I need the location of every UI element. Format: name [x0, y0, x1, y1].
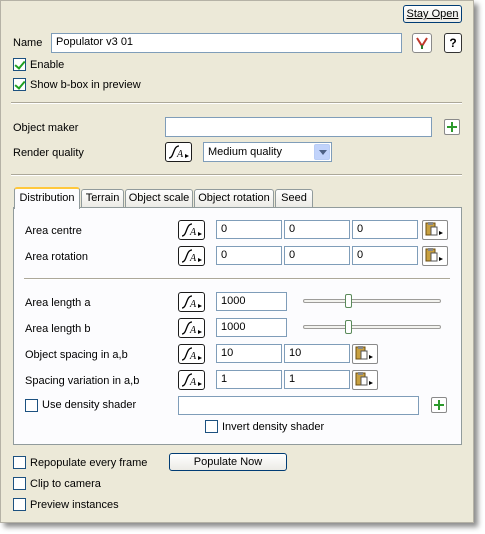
populate-now-label: Populate Now [193, 456, 263, 468]
svg-text:A: A [189, 377, 197, 388]
clip-to-camera-label: Clip to camera [30, 478, 101, 490]
object-spacing-label: Object spacing in a,b [25, 349, 128, 361]
area-length-b-slider-thumb[interactable] [345, 320, 352, 334]
area-centre-label: Area centre [25, 225, 82, 237]
tab-label: Seed [281, 192, 307, 204]
area-centre-x-input[interactable]: 0 [216, 220, 282, 239]
show-bbox-label: Show b-box in preview [30, 79, 141, 91]
render-quality-function-curve-icon[interactable]: A [165, 142, 192, 162]
area-rotation-function-curve-icon[interactable]: A [178, 246, 205, 266]
area-rotation-label: Area rotation [25, 251, 88, 263]
svg-text:A: A [189, 299, 197, 310]
area-centre-z-input[interactable]: 0 [352, 220, 418, 239]
preview-instances-checkbox[interactable] [13, 498, 26, 511]
tab-distribution[interactable]: Distribution [14, 187, 80, 209]
object-spacing-function-curve-icon[interactable]: A [178, 344, 205, 364]
area-length-b-label: Area length b [25, 323, 91, 335]
area-length-a-function-curve-icon[interactable]: A [178, 292, 205, 312]
separator [24, 278, 450, 280]
separator [11, 174, 462, 176]
separator [11, 102, 462, 104]
repopulate-checkbox[interactable] [13, 456, 26, 469]
use-density-shader-label: Use density shader [42, 399, 137, 411]
tab-terrain[interactable]: Terrain [81, 189, 124, 207]
spacing-variation-a-input[interactable]: 1 [216, 370, 282, 389]
enable-label: Enable [30, 59, 65, 71]
area-length-a-slider-thumb[interactable] [345, 294, 352, 308]
clip-to-camera-checkbox[interactable] [13, 477, 26, 490]
tab-object-rotation[interactable]: Object rotation [194, 189, 274, 207]
repopulate-label: Repopulate every frame [30, 457, 148, 469]
area-rotation-clipboard-icon[interactable] [422, 246, 448, 266]
render-quality-select[interactable]: Medium quality [203, 142, 332, 162]
help-label: ? [449, 36, 457, 50]
tab-label: Object rotation [198, 192, 270, 204]
eyedropper-icon [416, 37, 428, 49]
spacing-variation-function-curve-icon[interactable]: A [178, 370, 205, 390]
chevron-down-icon [314, 144, 330, 160]
density-shader-add-plus-icon[interactable] [431, 397, 447, 413]
object-maker-label: Object maker [13, 122, 79, 134]
svg-text:A: A [176, 149, 184, 160]
density-shader-input[interactable] [178, 396, 419, 415]
spacing-variation-clipboard-icon[interactable] [352, 370, 378, 390]
pick-object-button[interactable] [412, 33, 432, 53]
object-maker-input[interactable] [165, 117, 432, 137]
area-length-b-input[interactable]: 1000 [216, 318, 287, 337]
object-spacing-clipboard-icon[interactable] [352, 344, 378, 364]
help-button[interactable]: ? [444, 33, 462, 53]
show-bbox-checkbox[interactable] [13, 78, 26, 91]
area-length-a-slider[interactable] [303, 299, 441, 303]
enable-checkbox[interactable] [13, 58, 26, 71]
area-length-b-function-curve-icon[interactable]: A [178, 318, 205, 338]
svg-text:A: A [189, 351, 197, 362]
area-length-a-label: Area length a [25, 297, 91, 309]
object-maker-add-plus-icon[interactable] [444, 119, 460, 135]
svg-text:A: A [189, 253, 197, 264]
tab-label: Object scale [128, 192, 190, 204]
spacing-variation-label: Spacing variation in a,b [25, 375, 140, 387]
object-spacing-a-input[interactable]: 10 [216, 344, 282, 363]
svg-text:A: A [189, 325, 197, 336]
invert-density-shader-checkbox[interactable] [205, 420, 218, 433]
area-centre-y-input[interactable]: 0 [284, 220, 350, 239]
render-quality-label: Render quality [13, 147, 84, 159]
tab-label: Distribution [19, 192, 75, 204]
preview-instances-label: Preview instances [30, 499, 119, 511]
populate-now-button[interactable]: Populate Now [169, 453, 287, 471]
object-spacing-b-input[interactable]: 10 [284, 344, 350, 363]
populator-panel: Stay Open Name Populator v3 01 ? Enable … [0, 0, 474, 523]
spacing-variation-b-input[interactable]: 1 [284, 370, 350, 389]
area-length-b-slider[interactable] [303, 325, 441, 329]
area-rotation-y-input[interactable]: 0 [284, 246, 350, 265]
area-rotation-z-input[interactable]: 0 [352, 246, 418, 265]
name-input[interactable]: Populator v3 01 [51, 33, 402, 53]
tab-seed[interactable]: Seed [275, 189, 313, 207]
area-length-a-input[interactable]: 1000 [216, 292, 287, 311]
distribution-tab-page: Area centre A 0 0 0 Area rotation A 0 0 … [13, 207, 462, 445]
use-density-shader-checkbox[interactable] [25, 399, 38, 412]
invert-density-shader-label: Invert density shader [222, 421, 325, 433]
stay-open-label: Stay Open [406, 8, 459, 20]
name-label: Name [13, 37, 43, 49]
area-centre-function-curve-icon[interactable]: A [178, 220, 205, 240]
svg-text:A: A [189, 227, 197, 238]
stay-open-button[interactable]: Stay Open [403, 5, 462, 23]
area-centre-clipboard-icon[interactable] [422, 220, 448, 240]
tab-object-scale[interactable]: Object scale [125, 189, 193, 207]
area-rotation-x-input[interactable]: 0 [216, 246, 282, 265]
render-quality-value: Medium quality [208, 146, 282, 158]
tab-label: Terrain [85, 192, 120, 204]
